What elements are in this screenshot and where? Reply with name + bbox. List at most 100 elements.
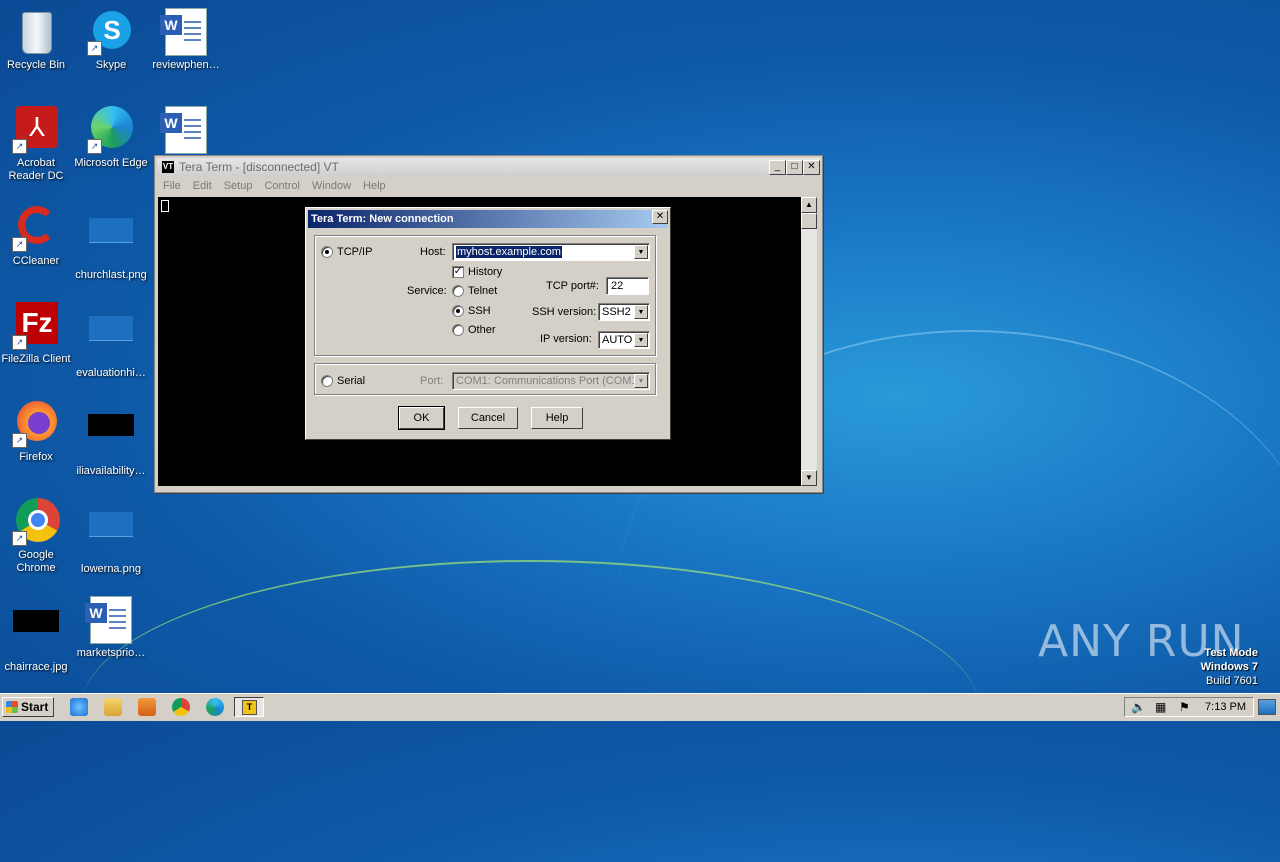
volume-icon[interactable]: 🔈	[1131, 700, 1146, 714]
filezilla-icon: Fz ↗	[12, 302, 60, 350]
serial-radio[interactable]	[321, 375, 333, 387]
ip-version-select[interactable]: AUTO ▼	[598, 331, 650, 349]
desktop-icon-label: Firefox	[19, 451, 53, 463]
windows-flag-icon	[6, 701, 18, 713]
cancel-button[interactable]: Cancel	[458, 407, 518, 429]
dropdown-arrow-icon[interactable]: ▼	[634, 333, 648, 347]
menu-setup[interactable]: Setup	[218, 177, 259, 192]
desktop-icon-recycle-bin[interactable]: Recycle Bin	[0, 8, 74, 72]
scroll-up-icon[interactable]: ▲	[801, 197, 817, 213]
edge-icon[interactable]	[206, 698, 224, 716]
teraterm-taskbar-icon[interactable]: T	[234, 697, 264, 717]
desktop-icon-label: Acrobat Reader DC	[8, 157, 64, 182]
tcp-port-label: TCP port#:	[546, 280, 599, 292]
desktop-icon-edge[interactable]: ↗ Microsoft Edge	[73, 106, 149, 170]
desktop-icon-label: Google Chrome	[16, 549, 56, 574]
show-desktop-button[interactable]	[1258, 699, 1276, 715]
help-button[interactable]: Help	[531, 407, 583, 429]
image-file-icon	[87, 316, 135, 364]
ip-version-value: AUTO	[602, 334, 633, 346]
telnet-radio[interactable]	[452, 285, 464, 297]
menu-help[interactable]: Help	[357, 177, 392, 192]
recycle-bin-icon	[12, 8, 60, 56]
start-button[interactable]: Start	[2, 697, 54, 717]
desktop-icon-iliavailability[interactable]: iliavailability…	[73, 400, 149, 478]
image-file-icon	[87, 512, 135, 560]
desktop-icon-reviewphen[interactable]: W reviewphen…	[148, 8, 224, 72]
desktop-icon-word-doc[interactable]: W	[148, 106, 224, 157]
tcp-port-input[interactable]: 22	[606, 277, 649, 295]
teraterm-title-bar[interactable]: VT Tera Term - [disconnected] VT _ □ ✕	[157, 158, 820, 176]
scroll-thumb[interactable]	[801, 213, 817, 229]
ssh-version-value: SSH2	[602, 306, 631, 318]
test-mode-watermark: Test Mode Windows 7 Build 7601	[1201, 646, 1258, 688]
desktop-icon-label: evaluationhi…	[76, 367, 146, 379]
media-player-icon[interactable]	[138, 698, 156, 716]
taskbar: Start T 🔈 ▦ ⚑ 7:13 PM	[0, 693, 1280, 721]
ccleaner-icon: ↗	[12, 204, 60, 252]
dialog-title-bar[interactable]: Tera Term: New connection	[308, 210, 668, 228]
history-label: History	[468, 266, 503, 278]
ip-version-label: IP version:	[540, 333, 592, 345]
desktop-icon-label: iliavailability…	[76, 465, 146, 477]
port-value: COM1: Communications Port (COM1)	[456, 375, 642, 387]
menu-window[interactable]: Window	[306, 177, 357, 192]
service-label: Service:	[407, 285, 447, 297]
minimize-icon[interactable]: _	[769, 160, 786, 175]
desktop-icon-marketsprio[interactable]: W marketsprio…	[73, 596, 149, 660]
desktop-icon-label: reviewphen…	[152, 59, 220, 71]
scroll-down-icon[interactable]: ▼	[801, 470, 817, 486]
close-icon[interactable]: ✕	[652, 210, 668, 224]
dropdown-arrow-icon[interactable]: ▼	[634, 305, 648, 319]
desktop-icon-chrome[interactable]: ↗ Google Chrome	[0, 498, 74, 575]
serial-label: Serial	[337, 375, 366, 387]
desktop-icon-chairrace[interactable]: chairrace.jpg	[0, 596, 74, 674]
close-icon[interactable]: ✕	[803, 160, 820, 175]
window-title: Tera Term - [disconnected] VT	[179, 160, 339, 174]
desktop-icon-acrobat[interactable]: ⅄ ↗ Acrobat Reader DC	[0, 106, 74, 183]
watermark-line: Windows 7	[1200, 661, 1258, 673]
word-doc-icon: W	[160, 106, 210, 154]
chrome-icon[interactable]	[172, 698, 190, 716]
host-combobox[interactable]: myhost.example.com ▼	[452, 243, 650, 261]
menu-file[interactable]: File	[157, 177, 187, 192]
telnet-label: Telnet	[468, 285, 498, 297]
desktop-icon-firefox[interactable]: ↗ Firefox	[0, 400, 74, 464]
history-checkbox[interactable]: ✓	[452, 266, 464, 278]
tcpip-radio[interactable]	[321, 246, 333, 258]
desktop-icon-skype[interactable]: S ↗ Skype	[73, 8, 149, 72]
vertical-scrollbar[interactable]: ▲ ▼	[801, 197, 817, 486]
desktop-icon-label: Skype	[95, 59, 127, 71]
desktop-icon-ccleaner[interactable]: ↗ CCleaner	[0, 204, 74, 268]
desktop-icon-filezilla[interactable]: Fz ↗ FileZilla Client	[0, 302, 74, 366]
vt-app-icon: VT	[162, 161, 174, 173]
ssh-label: SSH	[468, 305, 491, 317]
ssh-radio[interactable]	[452, 305, 464, 317]
menu-control[interactable]: Control	[258, 177, 305, 192]
image-file-icon	[87, 218, 135, 266]
other-radio[interactable]	[452, 324, 464, 336]
menu-edit[interactable]: Edit	[187, 177, 218, 192]
host-label: Host:	[420, 246, 446, 258]
desktop-icon-label: marketsprio…	[76, 647, 146, 659]
skype-icon: S ↗	[87, 8, 135, 56]
ssh-version-select[interactable]: SSH2 ▼	[598, 303, 650, 321]
explorer-icon[interactable]	[104, 698, 122, 716]
flag-icon[interactable]: ⚑	[1179, 700, 1190, 714]
host-value: myhost.example.com	[456, 246, 562, 258]
desktop-icon-label: FileZilla Client	[1, 353, 71, 365]
port-select: COM1: Communications Port (COM1) ▼	[452, 372, 650, 390]
ok-button[interactable]: OK	[398, 406, 445, 430]
desktop-icon-churchlast[interactable]: churchlast.png	[73, 204, 149, 282]
network-icon[interactable]: ▦	[1155, 700, 1166, 714]
menu-bar: File Edit Setup Control Window Help	[157, 177, 820, 195]
maximize-icon[interactable]: □	[786, 160, 803, 175]
desktop-icon-evaluationhi[interactable]: evaluationhi…	[73, 302, 149, 380]
edge-icon: ↗	[87, 106, 135, 154]
dropdown-arrow-icon[interactable]: ▼	[634, 245, 648, 259]
new-connection-dialog[interactable]: Tera Term: New connection ✕ TCP/IP Host:…	[305, 207, 671, 440]
ie-icon[interactable]	[70, 698, 88, 716]
taskbar-clock[interactable]: 7:13 PM	[1205, 701, 1246, 713]
desktop-icon-lowerna[interactable]: lowerna.png	[73, 498, 149, 576]
desktop-icon-label: lowerna.png	[81, 563, 141, 575]
